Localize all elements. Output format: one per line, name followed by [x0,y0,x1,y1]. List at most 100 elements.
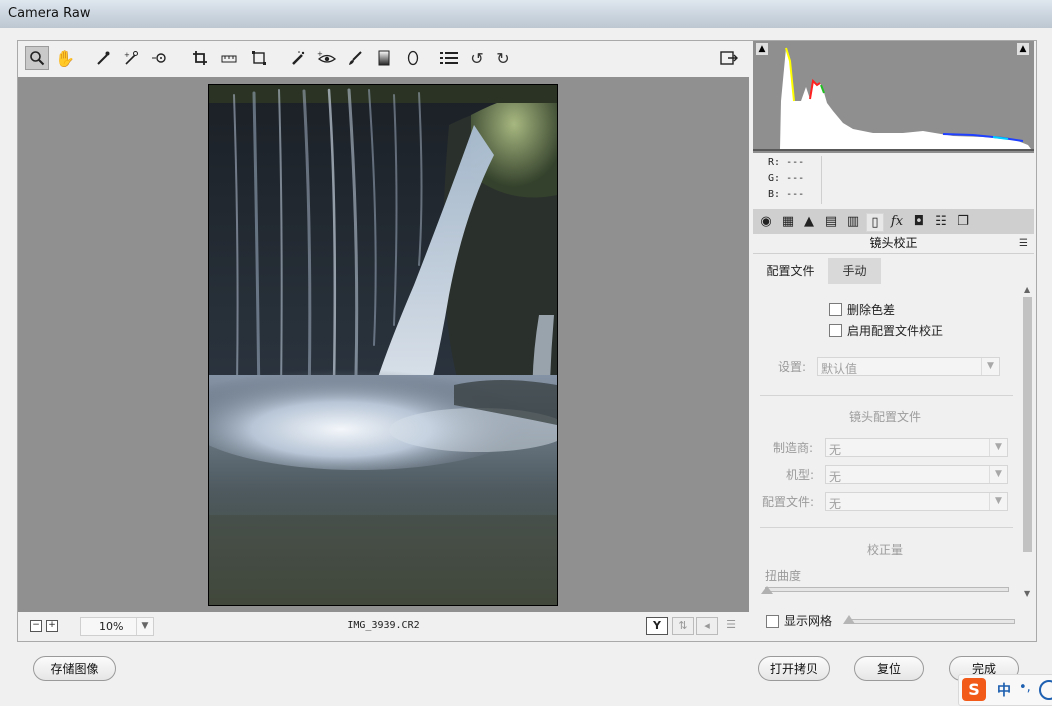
svg-text:+: + [317,51,323,58]
shadow-clipping-icon[interactable]: ▲ [756,43,768,55]
tab-manual[interactable]: 手动 [828,258,881,284]
snapshots-icon[interactable]: ❐ [954,213,972,231]
distortion-slider[interactable] [765,587,1009,592]
hand-tool-icon[interactable]: ✋ [53,46,77,70]
basic-panel-icon[interactable]: ◉ [757,213,775,231]
spot-removal-icon[interactable] [286,46,310,70]
panel-scrollbar[interactable]: ▲ ▼ [1021,285,1034,601]
show-grid-checkbox[interactable] [766,615,779,628]
divider [760,395,1013,396]
zoom-tool-icon[interactable] [25,46,49,70]
graduated-filter-icon[interactable] [372,46,396,70]
chevron-down-icon: ▼ [989,439,1007,456]
panel-tabs: ◉ ▦ ▲ ▤ ▥ ▯ fx ◘ ☷ ❐ [753,209,1034,234]
profile-label: 配置文件: [762,495,815,509]
model-label: 机型: [786,468,815,482]
reset-button[interactable]: 复位 [854,656,924,681]
setup-value: 默认值 [821,362,858,376]
status-bar: − + 10% ▼ IMG_3939.CR2 Y ⇅ ◂ ☰ [18,612,749,639]
presets-icon[interactable]: ☷ [932,213,950,231]
copy-settings-icon[interactable]: ◂ [696,617,718,635]
lens-corrections-icon[interactable]: ▯ [866,213,884,232]
r-value: --- [786,157,805,168]
g-value: --- [786,173,805,184]
setup-select[interactable]: 默认值 ▼ [817,357,1000,376]
toolbar: ✋ + + ↺ ↻ [18,41,749,77]
b-label: B: [768,189,781,200]
rotate-cw-icon[interactable]: ↻ [491,46,515,70]
profile-select[interactable]: 无 ▼ [825,492,1008,511]
divider [760,527,1013,528]
grid-slider-thumb[interactable] [843,615,855,624]
make-value: 无 [829,443,842,457]
rotate-ccw-icon[interactable]: ↺ [465,46,489,70]
make-select[interactable]: 无 ▼ [825,438,1008,457]
grid-size-slider[interactable] [849,619,1015,624]
crop-icon[interactable] [188,46,212,70]
tab-profile[interactable]: 配置文件 [753,258,828,284]
scroll-down-icon[interactable]: ▼ [1024,589,1030,598]
red-eye-icon[interactable]: + [315,46,339,70]
split-toning-icon[interactable]: ▥ [844,213,862,231]
title-bar: Camera Raw [0,0,1052,28]
view-mode-button[interactable]: Y [646,617,668,635]
color-sampler-icon[interactable]: + [119,46,143,70]
chevron-down-icon: ▼ [981,358,999,375]
view-settings-icon[interactable]: ☰ [721,617,741,633]
scroll-up-icon[interactable]: ▲ [1024,285,1030,294]
white-balance-icon[interactable] [91,46,115,70]
adjustment-brush-icon[interactable] [343,46,367,70]
transform-icon[interactable] [247,46,271,70]
target-adjust-icon[interactable] [149,46,173,70]
remove-ca-label: 删除色差 [847,303,896,317]
preferences-icon[interactable] [437,46,461,70]
ime-settings-icon [1039,680,1052,700]
lens-profile-heading: 镜头配置文件 [848,410,921,424]
highlight-clipping-icon[interactable]: ▲ [1017,43,1029,55]
panel-menu-icon[interactable]: ☰ [1019,238,1028,249]
camera-calibration-icon[interactable]: ◘ [910,213,928,231]
effects-icon[interactable]: fx [888,213,906,231]
straighten-icon[interactable] [217,46,241,70]
photo-preview[interactable] [208,84,558,606]
hsl-icon[interactable]: ▤ [822,213,840,231]
punctuation-icon: •, [1019,680,1031,695]
detail-icon[interactable]: ▲ [800,213,818,231]
profile-value: 无 [829,497,842,511]
model-value: 无 [829,470,842,484]
open-copy-button[interactable]: 打开拷贝 [758,656,830,681]
chevron-down-icon: ▼ [989,466,1007,483]
model-select[interactable]: 无 ▼ [825,465,1008,484]
panel-title: 镜头校正 [753,234,1034,254]
scrollbar-thumb[interactable] [1023,297,1032,552]
grid-row: 显示网格 [753,607,1034,633]
chevron-down-icon: ▼ [989,493,1007,510]
swap-settings-icon[interactable]: ⇅ [672,617,694,635]
r-label: R: [768,157,781,168]
fullscreen-toggle-icon[interactable] [717,46,741,70]
rgb-readout: R: --- G: --- B: --- [753,153,1034,209]
make-label: 制造商: [773,441,814,455]
setup-label: 设置: [778,360,807,374]
file-name: IMG_3939.CR2 [347,620,420,631]
enable-profile-checkbox[interactable] [829,324,842,337]
remove-ca-checkbox[interactable] [829,303,842,316]
radial-filter-icon[interactable] [401,46,425,70]
ime-mode-label: 中 [997,683,1011,699]
distortion-label: 扭曲度 [765,569,802,583]
readout-divider [821,156,822,204]
sogou-logo-icon: S [962,678,986,701]
save-image-button[interactable]: 存储图像 [33,656,116,681]
g-label: G: [768,173,781,184]
window-title: Camera Raw [8,6,91,21]
lens-tabs: 配置文件 手动 [753,258,1034,285]
svg-text:+: + [124,51,130,59]
ime-toolbar[interactable]: S 中 •, [958,674,1052,706]
show-grid-label: 显示网格 [784,614,833,628]
b-value: --- [786,189,805,200]
distortion-slider-thumb[interactable] [761,586,773,594]
tone-curve-icon[interactable]: ▦ [779,213,797,231]
histogram: ▲ ▲ [753,41,1034,153]
waterfall-image [209,85,557,605]
amount-heading: 校正量 [866,543,903,557]
